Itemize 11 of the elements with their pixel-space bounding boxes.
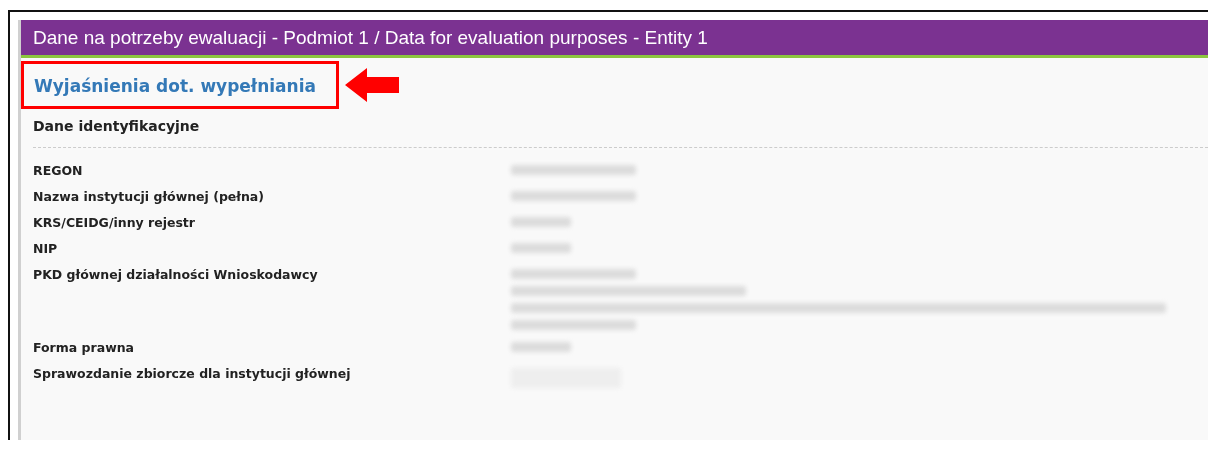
field-label: Nazwa instytucji głównej (pełna) [33, 188, 266, 205]
section-title: Dane identyfikacyjne [32, 117, 201, 134]
field-label: PKD głównej działalności Wnioskodawcy [33, 266, 319, 284]
field-label: REGON [33, 162, 84, 179]
panel-title: Dane na potrzeby ewaluacji - Podmiot 1 / Data for evaluation purposes - Entity 1 [33, 27, 708, 48]
field-label: KRS/CEIDG/inny rejestr [33, 214, 196, 231]
help-link[interactable]: Wyjaśnienia dot. wypełniania [21, 61, 339, 109]
field-label: Sprawozdanie zbiorcze dla instytucji głównej [33, 365, 352, 383]
arrow-icon [345, 68, 399, 102]
field-label: Forma prawna [33, 339, 136, 356]
field-label: NIP [33, 240, 59, 257]
